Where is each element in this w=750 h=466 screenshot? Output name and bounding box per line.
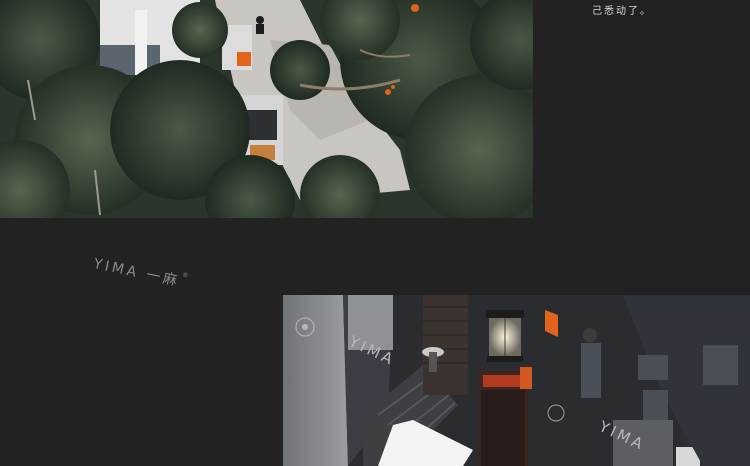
photo-alley-lantern-image: YIMA YIMA	[283, 295, 750, 466]
photo-trees-street-image	[0, 0, 533, 218]
watermark-chinese: 一麻	[144, 267, 182, 290]
caption-text: 己悉动了。	[592, 6, 652, 17]
brand-watermark: YIMA 一麻®	[92, 253, 192, 293]
watermark-brand: YIMA	[92, 255, 141, 282]
registered-mark: ®	[181, 271, 192, 281]
photo-trees-street	[0, 0, 533, 218]
page: 己悉动了。 YIMA 一麻® YIMA YIMA	[0, 0, 750, 466]
photo-alley-lantern: YIMA YIMA	[283, 295, 750, 466]
